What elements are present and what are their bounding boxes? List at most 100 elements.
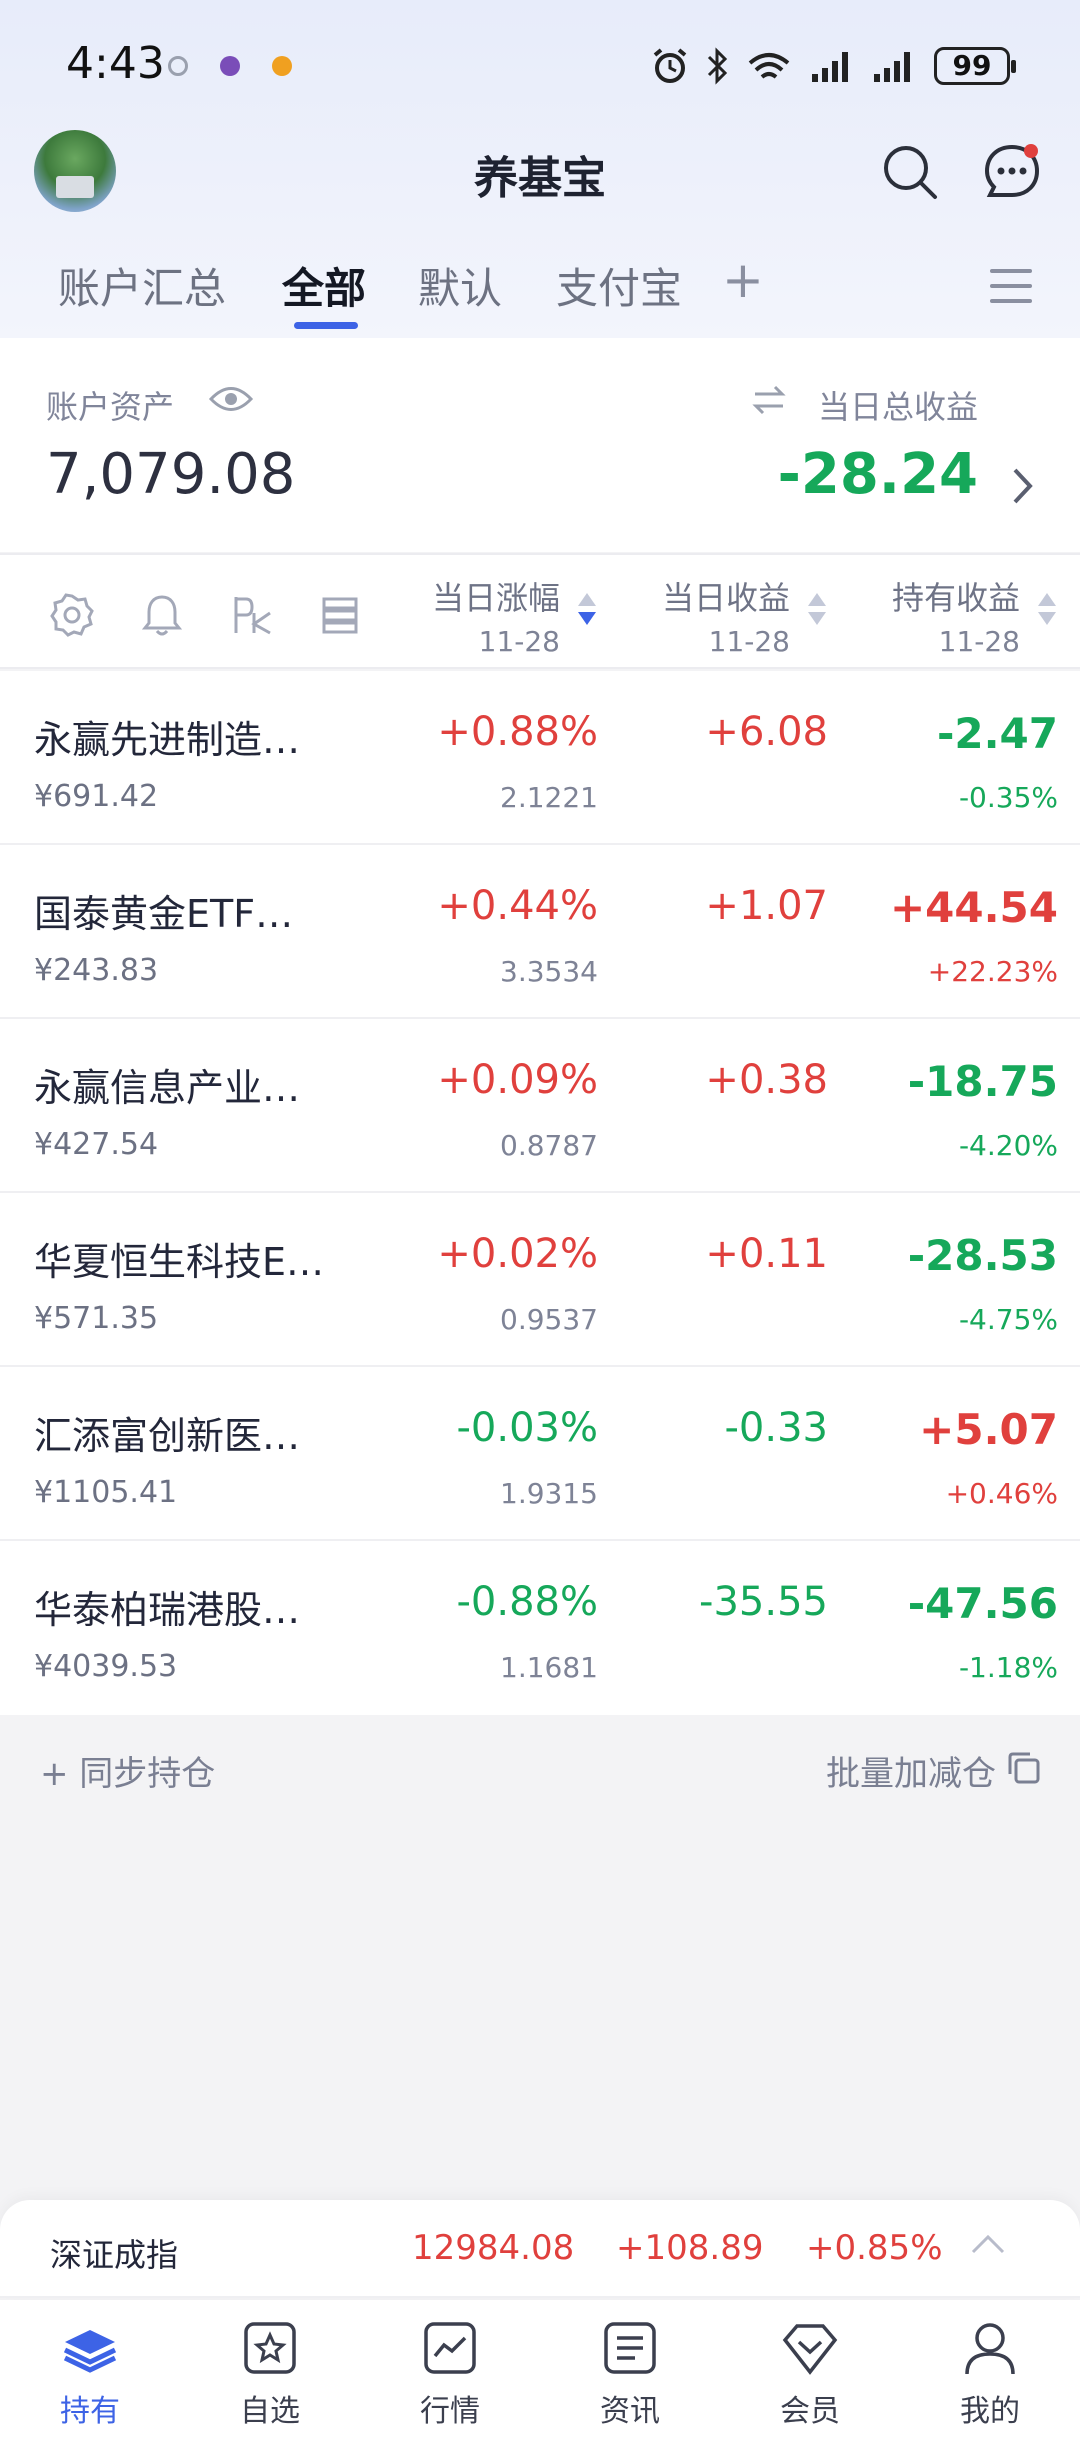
notification-icon bbox=[168, 56, 188, 76]
column-date: 11-28 bbox=[708, 625, 790, 658]
fund-holding-percent: +0.46% bbox=[945, 1477, 1058, 1510]
status-bar: 4:43 99 bbox=[0, 0, 1080, 130]
fund-name: 华泰柏瑞港股… bbox=[34, 1588, 301, 1632]
tab-default[interactable]: 默认 bbox=[418, 255, 502, 316]
fund-holding-income: -47.56 bbox=[907, 1579, 1058, 1628]
fund-name: 国泰黄金ETF… bbox=[34, 892, 294, 936]
settings-icon[interactable] bbox=[50, 593, 94, 637]
user-icon bbox=[965, 2323, 1015, 2375]
app-notification-icon bbox=[220, 56, 240, 76]
tab-alipay[interactable]: 支付宝 bbox=[556, 255, 682, 316]
copy-icon[interactable] bbox=[1006, 1750, 1042, 1786]
column-daily-income[interactable]: 当日收益 11-28 bbox=[662, 573, 790, 658]
column-header: 当日涨幅 11-28 当日收益 11-28 持有收益 11-28 bbox=[0, 553, 1080, 669]
column-holding-income[interactable]: 持有收益 11-28 bbox=[892, 573, 1020, 658]
tab-all[interactable]: 全部 bbox=[282, 255, 366, 316]
fund-daily-income: -0.33 bbox=[724, 1405, 829, 1451]
status-time: 4:43 bbox=[66, 38, 165, 89]
chevron-up-icon[interactable] bbox=[970, 2232, 1006, 2256]
fund-row[interactable]: 永赢先进制造… ¥691.42 +0.88% 2.1221 +6.08 -2.47 -0.3… bbox=[0, 671, 1080, 845]
holdings-actions: + 同步持仓 批量加减仓 bbox=[0, 1716, 1080, 1826]
eye-icon[interactable] bbox=[208, 382, 254, 416]
fund-name: 华夏恒生科技E… bbox=[34, 1240, 325, 1284]
fund-holding-percent: -0.35% bbox=[958, 781, 1058, 814]
column-date: 11-28 bbox=[478, 625, 560, 658]
index-value: 12984.08 bbox=[412, 2228, 575, 2268]
fund-daily-income: +6.08 bbox=[705, 709, 828, 755]
search-icon[interactable] bbox=[880, 142, 940, 202]
nav-holdings[interactable]: 持有 bbox=[30, 2318, 150, 2430]
column-date: 11-28 bbox=[938, 625, 1020, 658]
sort-icon[interactable] bbox=[808, 593, 828, 625]
nav-market[interactable]: 行情 bbox=[390, 2318, 510, 2430]
nav-news[interactable]: 资讯 bbox=[570, 2318, 690, 2430]
fund-holding-percent: -1.18% bbox=[958, 1651, 1058, 1684]
bottom-navigation: 持有 自选 行情 资讯 会员 我的 bbox=[0, 2300, 1080, 2438]
daily-income-label: 当日总收益 bbox=[817, 388, 978, 426]
daily-income-value: -28.24 bbox=[777, 442, 978, 507]
add-tab-button[interactable]: + bbox=[722, 251, 764, 309]
active-tab-indicator bbox=[294, 322, 358, 329]
fund-holding-percent: -4.20% bbox=[958, 1129, 1058, 1162]
column-title: 当日收益 bbox=[661, 579, 790, 617]
tab-account-summary[interactable]: 账户汇总 bbox=[58, 255, 226, 316]
status-icons: 99 bbox=[650, 44, 1016, 88]
chart-icon bbox=[424, 2322, 476, 2374]
sort-icon[interactable] bbox=[578, 593, 598, 625]
fund-daily-change: +0.02% bbox=[437, 1231, 598, 1277]
fund-nav: 3.3534 bbox=[500, 955, 598, 988]
fund-holding-income: -2.47 bbox=[936, 709, 1058, 758]
kline-icon[interactable] bbox=[232, 593, 274, 637]
nav-label: 行情 bbox=[420, 2394, 480, 2429]
chevron-right-icon[interactable] bbox=[1010, 466, 1036, 506]
nav-label: 资讯 bbox=[600, 2394, 660, 2429]
fund-row[interactable]: 永赢信息产业… ¥427.54 +0.09% 0.8787 +0.38 -18.75 -4.… bbox=[0, 1019, 1080, 1193]
column-daily-change[interactable]: 当日涨幅 11-28 bbox=[432, 573, 560, 658]
nav-watchlist[interactable]: 自选 bbox=[210, 2318, 330, 2430]
layout-icon[interactable] bbox=[320, 593, 360, 637]
fund-name: 永赢信息产业… bbox=[34, 1066, 301, 1110]
fund-holding-percent: +22.23% bbox=[927, 955, 1058, 988]
account-summary-card[interactable]: 账户资产 7,079.08 当日总收益 -28.24 bbox=[0, 338, 1080, 552]
index-change: +108.89 bbox=[616, 2228, 764, 2268]
news-icon bbox=[604, 2322, 656, 2374]
fund-amount: ¥1105.41 bbox=[34, 1475, 178, 1510]
menu-icon[interactable] bbox=[990, 269, 1032, 314]
vip-icon bbox=[782, 2324, 838, 2375]
fund-holding-income: +44.54 bbox=[889, 883, 1058, 932]
market-index-bar[interactable]: 深证成指 12984.08 +108.89 +0.85% bbox=[0, 2200, 1080, 2298]
nav-profile[interactable]: 我的 bbox=[930, 2318, 1050, 2430]
fund-row[interactable]: 华夏恒生科技E… ¥571.35 +0.02% 0.9537 +0.11 -28.53 -4… bbox=[0, 1193, 1080, 1367]
alarm-icon bbox=[653, 48, 687, 83]
fund-daily-income: +0.11 bbox=[705, 1231, 828, 1277]
fund-daily-income: +1.07 bbox=[705, 883, 828, 929]
message-icon[interactable] bbox=[982, 142, 1042, 202]
fund-amount: ¥571.35 bbox=[34, 1301, 159, 1336]
batch-adjust-button[interactable]: 批量加减仓 bbox=[826, 1746, 996, 1795]
sync-holdings-button[interactable]: + 同步持仓 bbox=[40, 1746, 215, 1795]
fund-nav: 1.9315 bbox=[500, 1477, 598, 1510]
assets-label: 账户资产 bbox=[46, 388, 175, 426]
fund-row[interactable]: 华泰柏瑞港股… ¥4039.53 -0.88% 1.1681 -35.55 -47.56 -… bbox=[0, 1541, 1080, 1715]
app-notification-icon bbox=[272, 56, 292, 76]
bell-icon[interactable] bbox=[142, 593, 182, 637]
index-percent: +0.85% bbox=[806, 2228, 943, 2268]
fund-row[interactable]: 国泰黄金ETF… ¥243.83 +0.44% 3.3534 +1.07 +44.54 +2… bbox=[0, 845, 1080, 1019]
nav-label: 自选 bbox=[240, 2394, 300, 2429]
fund-daily-change: +0.88% bbox=[437, 709, 598, 755]
fund-row[interactable]: 汇添富创新医… ¥1105.41 -0.03% 1.9315 -0.33 +5.07 +0.… bbox=[0, 1367, 1080, 1541]
index-name: 深证成指 bbox=[50, 2236, 179, 2274]
star-icon bbox=[244, 2322, 296, 2374]
nav-vip[interactable]: 会员 bbox=[750, 2318, 870, 2430]
signal-icon bbox=[812, 52, 848, 82]
fund-nav: 0.8787 bbox=[500, 1129, 598, 1162]
nav-label: 持有 bbox=[60, 2394, 120, 2429]
signal-icon bbox=[874, 52, 910, 82]
column-title: 当日涨幅 bbox=[431, 579, 560, 617]
tab-bar: 账户汇总 全部 默认 支付宝 + bbox=[0, 251, 1080, 335]
sort-icon[interactable] bbox=[1038, 593, 1058, 625]
holdings-icon bbox=[63, 2330, 117, 2373]
nav-label: 会员 bbox=[780, 2394, 840, 2429]
fund-daily-change: +0.09% bbox=[437, 1057, 598, 1103]
fund-nav: 1.1681 bbox=[500, 1651, 598, 1684]
